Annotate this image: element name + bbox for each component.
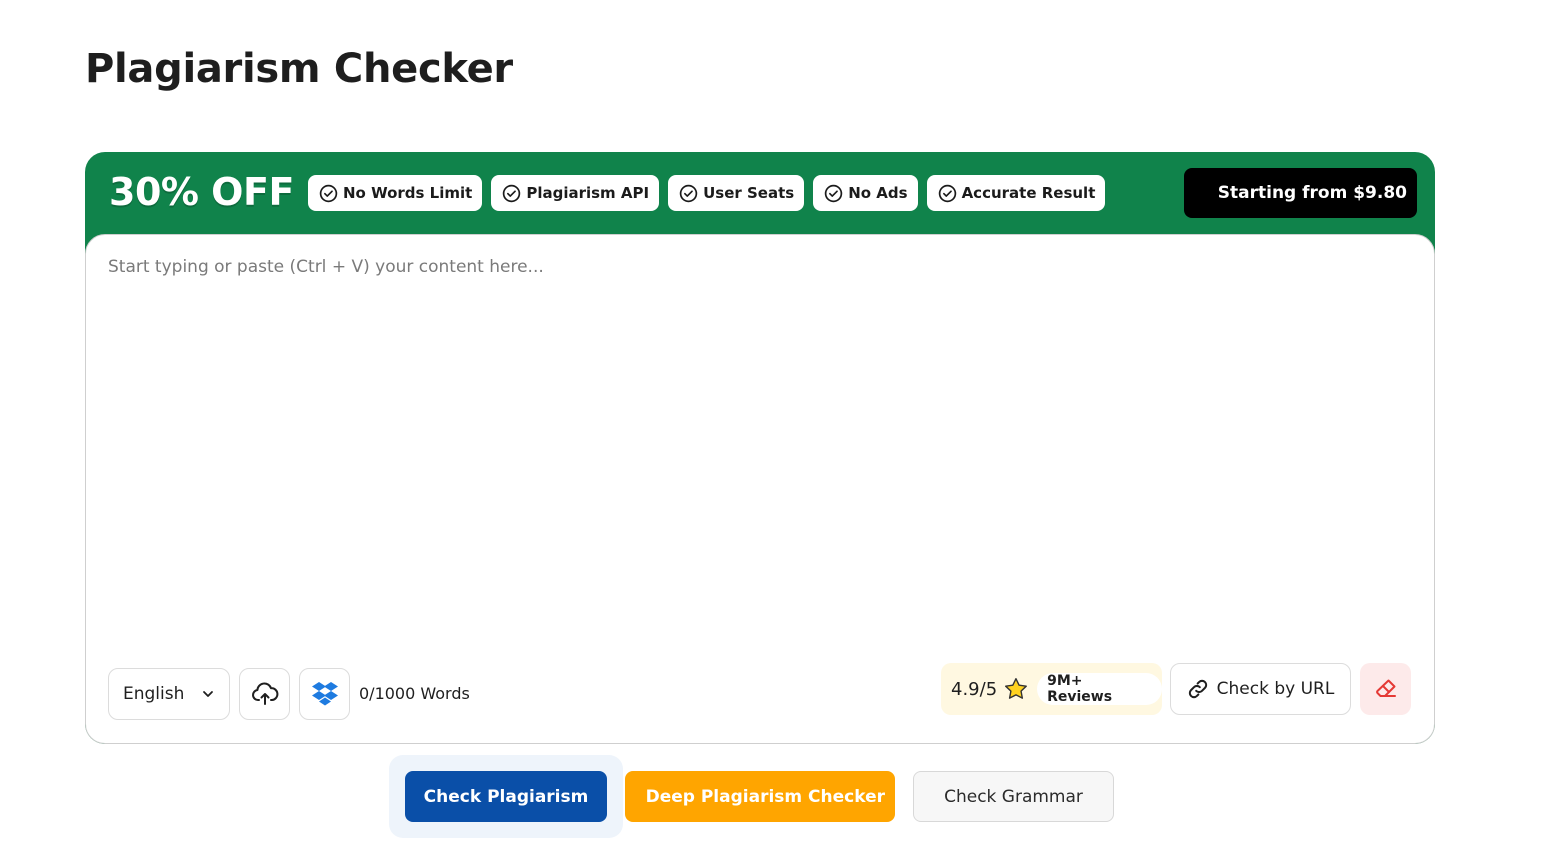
word-count: 0/1000 Words	[359, 684, 470, 703]
language-label: English	[123, 684, 185, 704]
link-icon	[1188, 679, 1207, 699]
reviews-count: 9M+ Reviews	[1037, 673, 1162, 705]
editor-area: English 0/1000 Words 4.9/5 9M+ Reviews C…	[85, 234, 1435, 744]
page-title: Plagiarism Checker	[85, 46, 513, 92]
feature-label: Plagiarism API	[526, 184, 650, 202]
feature-pill-plagiarism-api: Plagiarism API	[491, 175, 660, 211]
check-by-url-button[interactable]: Check by URL	[1170, 663, 1351, 715]
promo-banner: 30% OFF No Words Limit Plagiarism API Us…	[85, 152, 1435, 234]
feature-pill-accurate-result: Accurate Result	[926, 175, 1106, 211]
star-icon	[1005, 678, 1028, 699]
dropbox-button[interactable]	[299, 668, 350, 720]
check-plagiarism-button[interactable]: Check Plagiarism	[405, 771, 607, 822]
language-select[interactable]: English	[108, 668, 230, 720]
feature-pills: No Words Limit Plagiarism API User Seats…	[308, 175, 1106, 211]
check-by-url-label: Check by URL	[1216, 679, 1335, 699]
check-circle-icon	[679, 184, 698, 202]
feature-label: User Seats	[703, 184, 795, 202]
feature-label: No Ads	[848, 184, 908, 202]
rating-badge: 4.9/5 9M+ Reviews	[941, 663, 1162, 715]
check-circle-icon	[319, 184, 338, 202]
discount-label: 30% OFF	[109, 170, 294, 214]
dropbox-icon	[311, 682, 338, 706]
eraser-icon	[1375, 679, 1396, 697]
cloud-upload-icon	[251, 682, 278, 705]
check-circle-icon	[824, 184, 843, 202]
upload-file-button[interactable]	[239, 668, 290, 720]
chevron-down-icon	[203, 691, 213, 697]
feature-pill-no-words-limit: No Words Limit	[308, 175, 483, 211]
pricing-button[interactable]: Starting from $9.80	[1184, 168, 1417, 218]
check-circle-icon	[503, 184, 521, 202]
feature-label: Accurate Result	[961, 184, 1096, 202]
feature-label: No Words Limit	[343, 184, 473, 202]
content-input[interactable]	[108, 257, 1408, 637]
rating-score: 4.9/5	[951, 678, 998, 700]
deep-plagiarism-checker-button[interactable]: Deep Plagiarism Checker	[625, 771, 895, 822]
check-grammar-button[interactable]: Check Grammar	[913, 771, 1114, 822]
check-plagiarism-wrapper: Check Plagiarism	[389, 755, 623, 838]
feature-pill-user-seats: User Seats	[668, 175, 805, 211]
check-circle-icon	[938, 184, 956, 202]
feature-pill-no-ads: No Ads	[813, 175, 918, 211]
clear-text-button[interactable]	[1360, 663, 1411, 715]
plagiarism-checker-panel: 30% OFF No Words Limit Plagiarism API Us…	[85, 152, 1435, 744]
